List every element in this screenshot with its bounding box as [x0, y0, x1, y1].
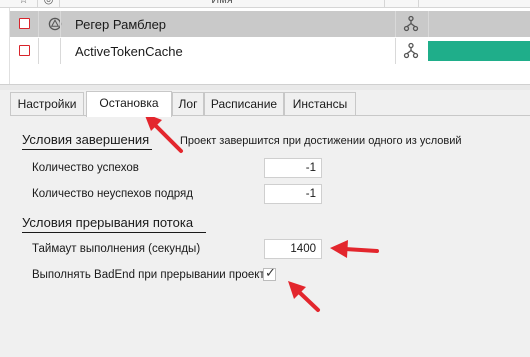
- cell-divider: [60, 38, 61, 64]
- table-row[interactable]: Регер Рамблер: [10, 11, 530, 37]
- table-row[interactable]: ActiveTokenCache: [10, 38, 530, 64]
- name-column-header[interactable]: Имя: [60, 0, 385, 7]
- badend-checkbox[interactable]: ✓: [263, 265, 276, 281]
- tab-log[interactable]: Лог: [172, 92, 204, 116]
- success-count-input[interactable]: [264, 158, 322, 178]
- section-underline: [22, 149, 152, 150]
- star-column-header[interactable]: ☆: [10, 0, 38, 7]
- cell-divider: [395, 11, 396, 37]
- cell-divider: [38, 11, 39, 37]
- status-column-header[interactable]: ◎: [38, 0, 60, 7]
- tab-settings[interactable]: Настройки: [10, 92, 84, 116]
- row-gutter: [0, 8, 10, 84]
- check-icon: ✓: [265, 265, 276, 280]
- row-checkbox[interactable]: [19, 45, 30, 56]
- type-column-header[interactable]: [385, 0, 419, 7]
- project-name: ActiveTokenCache: [75, 44, 183, 59]
- completion-section-title: Условия завершения: [22, 132, 150, 147]
- timeout-label: Таймаут выполнения (секунды): [32, 243, 201, 255]
- settings-tabs: Настройки Остановка Лог Расписание Инста…: [10, 91, 530, 117]
- completion-hint: Проект завершится при достижении одного …: [180, 135, 462, 147]
- fail-count-label: Количество неуспехов подряд: [32, 188, 193, 200]
- cell-divider: [428, 11, 429, 37]
- branch-icon[interactable]: [403, 42, 419, 59]
- panel-splitter[interactable]: [0, 84, 530, 90]
- section-underline: [22, 232, 206, 233]
- project-name: Регер Рамблер: [75, 17, 167, 32]
- branch-icon[interactable]: [403, 15, 419, 32]
- grid-header: ☆ ◎ Имя: [0, 0, 530, 8]
- project-stop-settings: ☆ ◎ Имя Регер Рамблер ActiveTokenCache Н…: [0, 0, 530, 357]
- stop-panel: Условия завершения Проект завершится при…: [10, 116, 530, 357]
- project-grid: ☆ ◎ Имя Регер Рамблер ActiveTokenCache: [0, 0, 530, 84]
- tab-stop[interactable]: Остановка: [86, 91, 172, 117]
- success-count-label: Количество успехов: [32, 162, 139, 174]
- cell-divider: [38, 38, 39, 64]
- progress-bar: [428, 41, 530, 61]
- fail-count-input[interactable]: [264, 184, 322, 204]
- cell-divider: [60, 11, 61, 37]
- timeout-input[interactable]: [264, 239, 322, 259]
- cell-divider: [395, 38, 396, 64]
- badend-label: Выполнять BadEnd при прерывании проекта: [32, 269, 271, 281]
- tab-schedule[interactable]: Расписание: [204, 92, 284, 116]
- tab-instances[interactable]: Инстансы: [284, 92, 356, 116]
- interrupt-section-title: Условия прерывания потока: [22, 215, 194, 230]
- row-checkbox[interactable]: [19, 18, 30, 29]
